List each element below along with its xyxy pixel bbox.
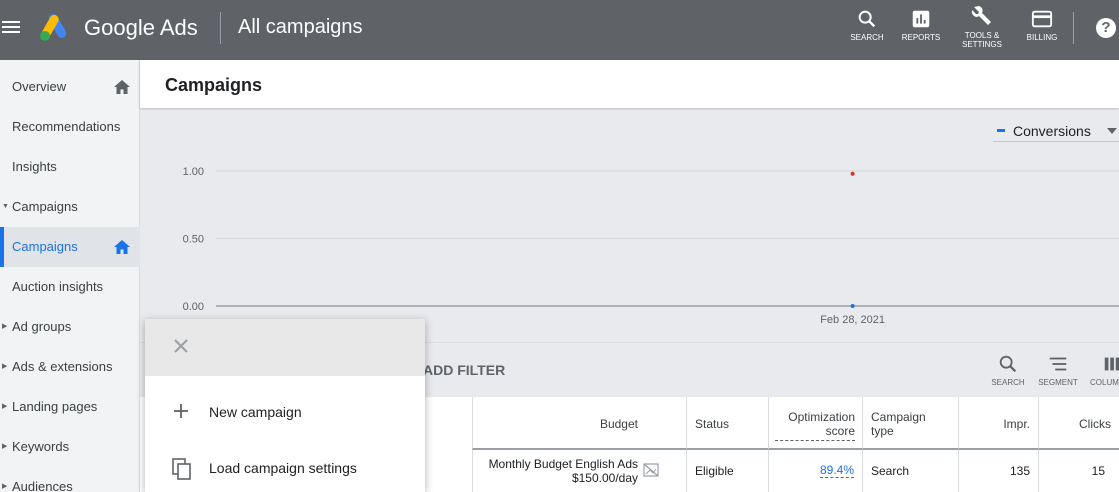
search-icon: [999, 355, 1017, 373]
cell-campaign-type: Search: [862, 450, 958, 492]
caret-right-icon: ▶: [2, 363, 8, 370]
cell-clicks: 15: [1038, 450, 1119, 492]
sidebar-item-label: Auction insights: [12, 279, 104, 294]
home-icon: [114, 240, 130, 254]
column-header-budget[interactable]: Budget: [472, 397, 686, 450]
cell-status: Eligible: [686, 450, 768, 492]
sidebar-item-keywords[interactable]: ▶ Keywords: [0, 427, 140, 467]
billing-tool-label: BILLING: [1026, 33, 1058, 42]
sidebar-item-landing-pages[interactable]: ▶ Landing pages: [0, 387, 140, 427]
x-tick-label: Feb 28, 2021: [820, 314, 885, 326]
metric-dropdown-value: Conversions: [1013, 123, 1091, 139]
columns-button[interactable]: COLUM: [1090, 353, 1119, 387]
search-tool[interactable]: SEARCH: [849, 8, 885, 42]
top-bar: Google Ads All campaigns SEARCH REPORTS …: [0, 0, 1119, 60]
toolbar-divider: [1073, 12, 1074, 44]
column-header-impressions[interactable]: Impr.: [958, 397, 1038, 450]
reports-tool-label: REPORTS: [901, 33, 941, 42]
billing-tool[interactable]: BILLING: [1022, 8, 1062, 42]
edit-budget-icon[interactable]: [643, 462, 659, 478]
series-color-swatch: [997, 129, 1005, 132]
columns-icon: [1104, 357, 1119, 371]
sidebar: Overview Recommendations Insights ▼ Camp…: [0, 60, 140, 492]
sidebar-item-label: Audiences: [12, 479, 73, 492]
sidebar-item-label: Ads & extensions: [12, 359, 113, 374]
dropdown-arrow-icon: [1107, 128, 1117, 134]
plus-icon: [174, 404, 188, 418]
sidebar-item-label: Landing pages: [12, 399, 98, 414]
caret-down-icon: ▼: [2, 203, 9, 210]
caret-right-icon: ▶: [2, 323, 8, 330]
sidebar-item-campaigns[interactable]: Campaigns: [0, 227, 140, 267]
segment-button[interactable]: SEGMENT: [1037, 353, 1079, 387]
home-icon: [114, 80, 130, 94]
column-header-clicks[interactable]: Clicks: [1038, 397, 1119, 450]
performance-chart: 1.00 0.50 0.00 Feb 28, 2021 Conversions: [140, 110, 1119, 342]
table-search-button[interactable]: SEARCH: [990, 353, 1026, 387]
caret-right-icon: ▶: [2, 403, 8, 410]
sidebar-item-label: Overview: [12, 79, 67, 94]
y-tick-label: 1.00: [183, 166, 204, 178]
metric-dropdown[interactable]: Conversions: [993, 120, 1119, 142]
sidebar-item-insights[interactable]: Insights: [0, 147, 140, 187]
search-icon: [858, 10, 876, 28]
cell-budget: Monthly Budget English Ads $150.00/day: [472, 450, 686, 492]
reports-icon: [912, 10, 930, 28]
new-campaign-item[interactable]: New campaign: [145, 392, 425, 432]
help-icon[interactable]: ?: [1096, 18, 1116, 38]
cell-optimization-score: 89.4%: [768, 450, 862, 492]
load-campaign-settings-item[interactable]: Load campaign settings: [145, 448, 425, 488]
table-search-label: SEARCH: [991, 378, 1025, 387]
tools-settings-tool[interactable]: TOOLS & SETTINGS: [958, 4, 1006, 49]
sidebar-item-label: Insights: [12, 159, 57, 174]
page-heading: All campaigns: [238, 16, 363, 38]
y-tick-label: 0.00: [183, 301, 204, 313]
create-campaign-menu: New campaign Load campaign settings: [145, 319, 425, 492]
load-campaign-settings-label: Load campaign settings: [209, 460, 357, 476]
segment-label: SEGMENT: [1038, 378, 1078, 387]
credit-card-icon: [1031, 10, 1053, 28]
caret-right-icon: ▶: [2, 483, 8, 490]
column-header-campaign-type[interactable]: Campaign type: [862, 397, 958, 450]
column-header-status[interactable]: Status: [686, 397, 768, 450]
sidebar-item-label: Recommendations: [12, 119, 121, 134]
add-filter-button[interactable]: ADD FILTER: [423, 362, 505, 378]
columns-label: COLUM: [1090, 378, 1119, 387]
sidebar-item-audiences[interactable]: ▶ Audiences: [0, 467, 140, 492]
sidebar-item-ad-groups[interactable]: ▶ Ad groups: [0, 307, 140, 347]
copy-icon: [172, 458, 191, 480]
search-tool-label: SEARCH: [850, 33, 884, 42]
header-divider: [220, 12, 221, 44]
wrench-icon: [971, 6, 991, 25]
chart-svg: 1.00 0.50 0.00 Feb 28, 2021: [183, 166, 1119, 326]
y-tick-label: 0.50: [183, 234, 204, 246]
data-point[interactable]: [850, 171, 855, 176]
close-icon[interactable]: [172, 337, 190, 355]
sidebar-item-overview[interactable]: Overview: [0, 67, 140, 107]
google-ads-logo: [40, 14, 67, 41]
segment-icon: [1049, 357, 1067, 371]
menu-header: [145, 319, 425, 376]
column-header-optimization-score[interactable]: Optimization score: [768, 397, 862, 450]
sidebar-item-label: Keywords: [12, 439, 70, 454]
sidebar-item-ads-extensions[interactable]: ▶ Ads & extensions: [0, 347, 140, 387]
menu-icon[interactable]: [2, 18, 22, 38]
brand-name: Google Ads: [84, 15, 198, 40]
new-campaign-label: New campaign: [209, 404, 302, 420]
cell-impressions: 135: [958, 450, 1038, 492]
caret-right-icon: ▶: [2, 443, 8, 450]
page-title: Campaigns: [165, 75, 263, 95]
sidebar-item-label: Ad groups: [12, 319, 72, 334]
sidebar-item-label: Campaigns: [12, 239, 78, 254]
sidebar-item-recommendations[interactable]: Recommendations: [0, 107, 140, 147]
sidebar-group-campaigns[interactable]: ▼ Campaigns: [0, 187, 140, 227]
optimization-score-link[interactable]: 89.4%: [819, 463, 854, 478]
tools-label-line1: TOOLS &: [964, 31, 1000, 40]
sidebar-item-auction-insights[interactable]: Auction insights: [0, 267, 140, 307]
reports-tool[interactable]: REPORTS: [900, 8, 942, 42]
tools-label-line2: SETTINGS: [961, 40, 1002, 49]
data-point[interactable]: [850, 304, 855, 308]
sidebar-item-label: Campaigns: [12, 199, 78, 214]
main-header: Campaigns: [140, 60, 1119, 108]
